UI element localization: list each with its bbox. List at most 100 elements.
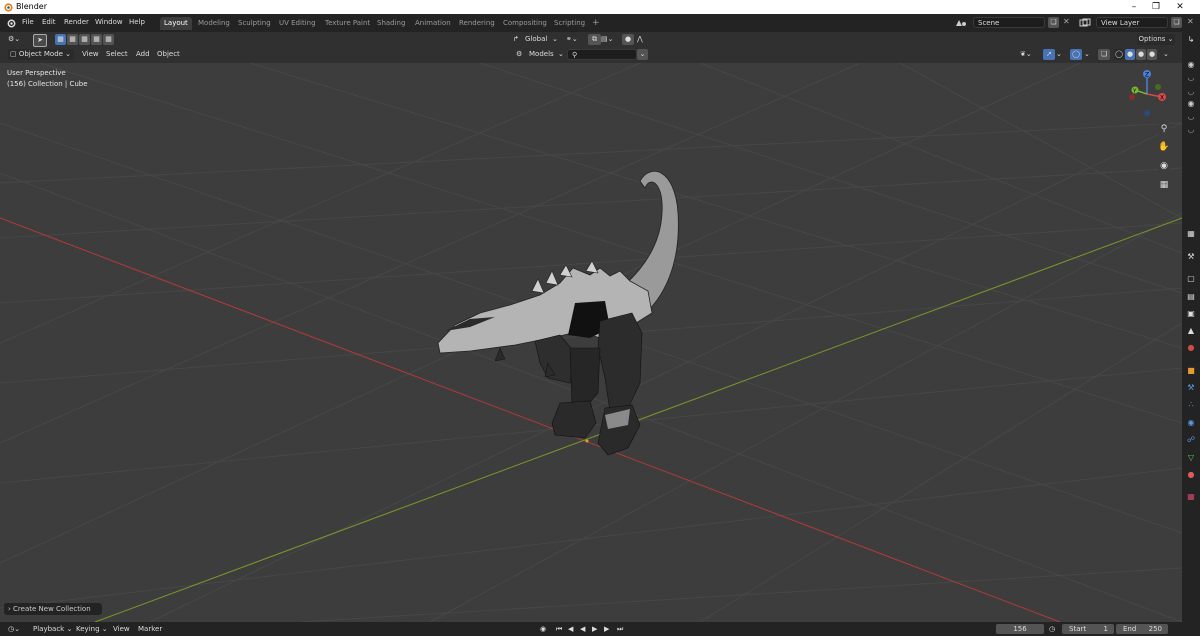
scene-icon[interactable] — [955, 18, 969, 28]
scene-name-field[interactable]: Scene — [973, 17, 1045, 28]
delete-scene-icon[interactable]: ✕ — [1063, 17, 1070, 26]
select-subtract-icon[interactable]: ▦ — [79, 34, 90, 45]
current-frame-field[interactable]: 156 — [996, 624, 1044, 634]
menu-edit[interactable]: Edit — [42, 18, 56, 26]
wireframe-shading-icon[interactable]: ◯ — [1114, 49, 1124, 60]
tab-texture-paint[interactable]: Texture Paint — [321, 17, 374, 30]
tab-modeling[interactable]: Modeling — [194, 17, 234, 30]
gizmo-toggle-icon[interactable]: ➚ — [1043, 49, 1055, 60]
overlay-toggle-icon[interactable]: ◯ — [1070, 49, 1082, 60]
prev-keyframe-icon[interactable]: ◀ — [568, 625, 573, 633]
play-reverse-icon[interactable]: ◀ — [580, 625, 585, 633]
ortho-grid-icon[interactable]: ▦ — [1157, 178, 1171, 192]
editor-type-icon[interactable]: ⚙⌄ — [8, 34, 20, 45]
render-tab-icon[interactable]: ▢ — [1186, 274, 1196, 284]
rendered-shading-icon[interactable]: ● — [1147, 49, 1157, 60]
select-intersect-icon[interactable]: ▦ — [103, 34, 114, 45]
material-tab-icon[interactable]: ● — [1186, 470, 1196, 480]
maximize-icon[interactable]: ❐ — [1146, 1, 1166, 13]
scene-tab-icon[interactable]: ▲ — [1186, 326, 1196, 336]
menu-view[interactable]: View — [82, 49, 99, 60]
constraints-tab-icon[interactable]: ☍ — [1186, 435, 1196, 445]
menu-help[interactable]: Help — [129, 18, 145, 26]
mesh-data-tab-icon[interactable]: ▽ — [1186, 453, 1196, 463]
camera-view-icon[interactable]: ◉ — [1157, 159, 1171, 173]
modifier-wrench-icon[interactable]: ⚒ — [1186, 383, 1196, 393]
visibility-icon[interactable]: ❦⌄ — [1020, 49, 1032, 60]
delete-view-layer-icon[interactable]: ✕ — [1187, 17, 1194, 26]
chevron-down-icon[interactable]: ⌄ — [1056, 49, 1062, 60]
arrow-icon[interactable]: ↳ — [1186, 35, 1196, 45]
eye-closed-icon[interactable]: ◡ — [1186, 87, 1196, 97]
timeline-view-menu[interactable]: View — [113, 625, 130, 633]
select-extend-icon[interactable]: ▦ — [67, 34, 78, 45]
end-frame-field[interactable]: End 250 — [1116, 624, 1168, 634]
close-icon[interactable]: ✕ — [1170, 1, 1190, 13]
add-workspace-icon[interactable]: + — [588, 17, 604, 30]
navigation-gizmo[interactable]: Z X Y — [1120, 67, 1176, 123]
models-dropdown[interactable]: Models — [529, 49, 554, 60]
tab-shading[interactable]: Shading — [373, 17, 409, 30]
output-tab-icon[interactable]: ▤ — [1186, 292, 1196, 302]
shading-options-chevron-icon[interactable]: ⌄ — [1163, 49, 1169, 60]
menu-object[interactable]: Object — [157, 49, 180, 60]
jump-end-icon[interactable]: ⏭ — [617, 625, 623, 634]
search-input[interactable]: ⚲ — [567, 49, 637, 60]
eye-closed-icon[interactable]: ◡ — [1186, 125, 1196, 135]
next-keyframe-icon[interactable]: ▶ — [604, 625, 609, 633]
snap-icon[interactable]: ⧉ — [588, 34, 601, 45]
object-tab-icon[interactable]: ■ — [1186, 366, 1196, 376]
menu-select[interactable]: Select — [106, 49, 128, 60]
menu-file[interactable]: File — [22, 18, 34, 26]
falloff-icon[interactable]: ⋀ — [637, 34, 643, 45]
tab-uv-editing[interactable]: UV Editing — [275, 17, 320, 30]
editor-type-properties-icon[interactable]: ▦ — [1186, 229, 1196, 239]
minimize-icon[interactable]: – — [1124, 1, 1144, 13]
pivot-point-icon[interactable]: ⚭⌄ — [566, 34, 578, 45]
tab-layout[interactable]: Layout — [160, 17, 192, 30]
keying-menu[interactable]: Keying ⌄ — [76, 625, 108, 633]
world-tab-icon[interactable]: ● — [1186, 343, 1196, 353]
new-view-layer-icon[interactable]: ❏ — [1171, 17, 1182, 28]
start-frame-field[interactable]: Start 1 — [1062, 624, 1114, 634]
zoom-icon[interactable]: ⚲ — [1157, 122, 1171, 136]
tab-compositing[interactable]: Compositing — [499, 17, 551, 30]
eye-icon[interactable]: ◉ — [1186, 99, 1196, 109]
select-new-icon[interactable]: ▦ — [55, 34, 66, 45]
create-new-collection-panel[interactable]: › Create New Collection — [4, 603, 102, 615]
tool-tab-icon[interactable]: ⚒ — [1186, 252, 1196, 262]
chevron-down-icon[interactable]: ⌄ — [1084, 49, 1090, 60]
solid-shading-icon[interactable]: ● — [1125, 49, 1135, 60]
texture-tab-icon[interactable]: ▦ — [1186, 492, 1196, 502]
mode-dropdown[interactable]: ▢ Object Mode ⌄ — [8, 49, 74, 60]
play-icon[interactable]: ▶ — [592, 625, 597, 633]
view-layer-icon[interactable] — [1079, 18, 1093, 28]
3d-viewport[interactable]: User Perspective (156) Collection | Cube… — [0, 63, 1182, 622]
particles-tab-icon[interactable]: ∴ — [1186, 400, 1196, 410]
filter-icon[interactable]: ⌄ — [637, 49, 648, 60]
timeline-editor-icon[interactable]: ◷⌄ — [8, 625, 20, 633]
material-shading-icon[interactable]: ● — [1136, 49, 1146, 60]
tab-scripting[interactable]: Scripting — [550, 17, 589, 30]
eye-closed-icon[interactable]: ◡ — [1186, 73, 1196, 83]
marker-menu[interactable]: Marker — [138, 625, 162, 633]
options-dropdown[interactable]: Options ⌄ — [1137, 34, 1175, 45]
menu-add[interactable]: Add — [136, 49, 150, 60]
eye-closed-icon[interactable]: ◡ — [1186, 112, 1196, 122]
record-icon[interactable]: ◉ — [540, 625, 546, 633]
select-tool-icon[interactable]: ➤ — [33, 34, 47, 47]
menu-window[interactable]: Window — [95, 18, 123, 26]
tab-animation[interactable]: Animation — [411, 17, 455, 30]
orientation-dropdown[interactable]: Global — [525, 34, 547, 45]
tab-sculpting[interactable]: Sculpting — [234, 17, 275, 30]
physics-tab-icon[interactable]: ◉ — [1186, 418, 1196, 428]
menu-render[interactable]: Render — [64, 18, 89, 26]
eye-icon[interactable]: ◉ — [1186, 60, 1196, 70]
playback-menu[interactable]: Playback ⌄ — [33, 625, 72, 633]
view-layer-field[interactable]: View Layer — [1096, 17, 1168, 28]
proportional-edit-icon[interactable]: ● — [622, 34, 634, 45]
pan-hand-icon[interactable]: ✋ — [1157, 140, 1171, 154]
tab-rendering[interactable]: Rendering — [455, 17, 499, 30]
view-layer-tab-icon[interactable]: ▣ — [1186, 309, 1196, 319]
select-invert-icon[interactable]: ▦ — [91, 34, 102, 45]
